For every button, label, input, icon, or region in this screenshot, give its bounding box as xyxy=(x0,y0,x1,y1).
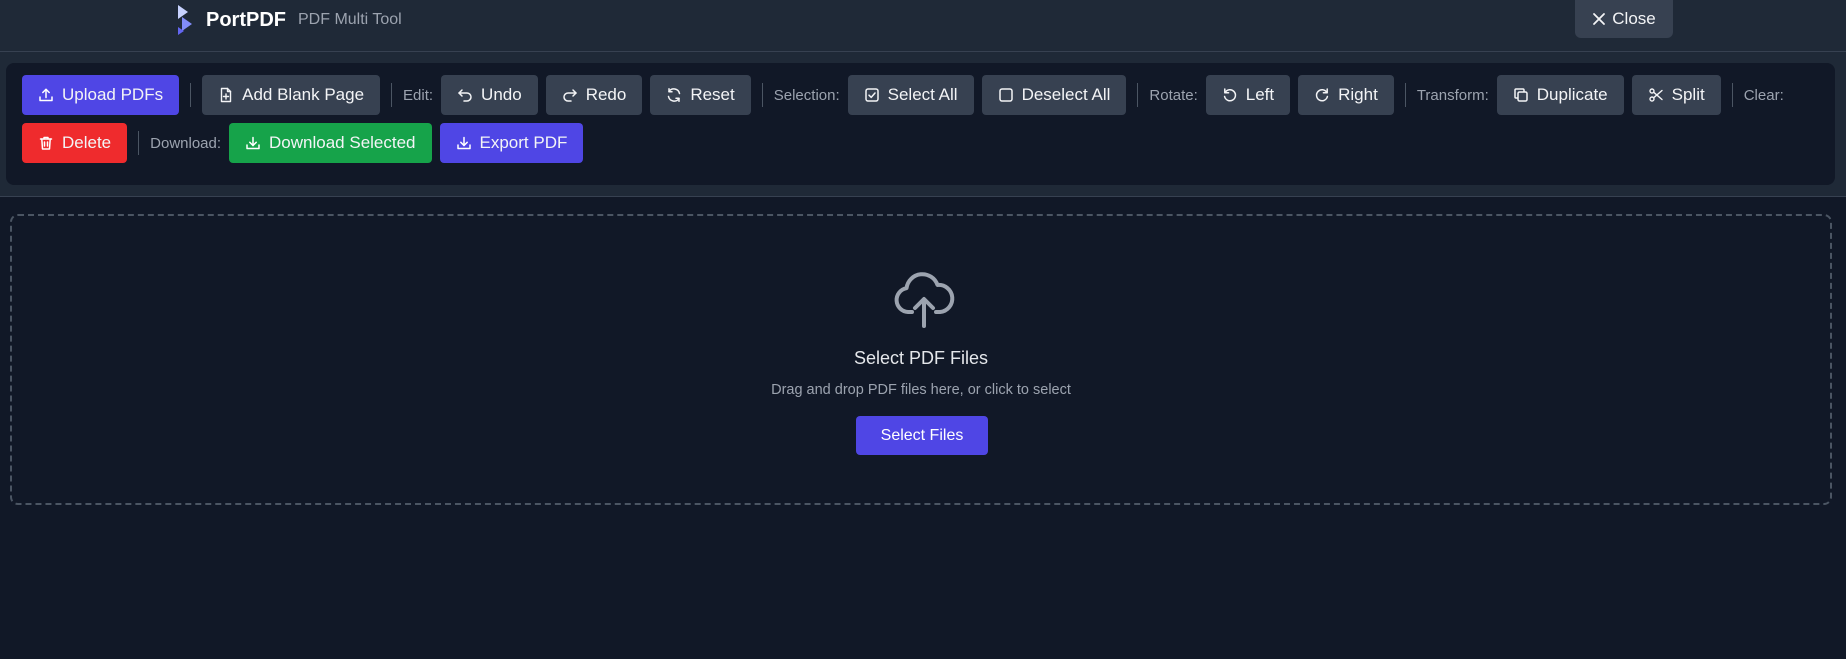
delete-label: Delete xyxy=(62,133,112,152)
toolbar: Upload PDFs Add Blank Page Edit: Undo Re… xyxy=(6,63,1835,185)
select-all-button[interactable]: Select All xyxy=(847,75,974,115)
close-label: Close xyxy=(1612,9,1656,28)
deselect-all-button[interactable]: Deselect All xyxy=(981,75,1127,115)
rotate-left-button[interactable]: Left xyxy=(1205,75,1291,115)
duplicate-button[interactable]: Duplicate xyxy=(1496,75,1624,115)
close-button[interactable]: Close xyxy=(1575,0,1673,38)
checkbox-checked-icon xyxy=(864,88,879,102)
divider xyxy=(391,83,393,107)
trash-icon xyxy=(39,136,53,150)
rotate-right-label: Right xyxy=(1338,85,1378,104)
upload-icon xyxy=(39,88,53,102)
rotate-right-button[interactable]: Right xyxy=(1298,75,1394,115)
undo-button[interactable]: Undo xyxy=(441,75,538,115)
refresh-icon xyxy=(668,88,681,102)
toolbar-panel: Upload PDFs Add Blank Page Edit: Undo Re… xyxy=(0,52,1846,197)
split-button[interactable]: Split xyxy=(1631,75,1721,115)
rotate-left-label: Left xyxy=(1245,85,1275,104)
reset-button[interactable]: Reset xyxy=(650,75,751,115)
download-icon xyxy=(456,136,471,150)
deselect-all-label: Deselect All xyxy=(1021,85,1111,104)
edit-group-label: Edit: xyxy=(403,86,434,104)
rotate-group-label: Rotate: xyxy=(1149,86,1198,104)
brand-name: PortPDF xyxy=(206,8,286,31)
divider xyxy=(138,131,140,155)
divider xyxy=(190,83,192,107)
duplicate-label: Duplicate xyxy=(1536,85,1608,104)
divider xyxy=(1404,83,1406,107)
undo-label: Undo xyxy=(481,85,522,104)
select-files-button[interactable]: Select Files xyxy=(856,416,988,455)
checkbox-empty-icon xyxy=(998,88,1013,102)
undo-icon xyxy=(458,89,472,102)
rotate-left-icon xyxy=(1223,88,1236,102)
portpdf-logo-icon xyxy=(178,5,192,35)
delete-button[interactable]: Delete xyxy=(22,123,128,163)
clear-group-label: Clear: xyxy=(1743,86,1784,104)
brand-subtitle: PDF Multi Tool xyxy=(298,11,402,28)
download-group-label: Download: xyxy=(150,134,222,152)
divider xyxy=(761,83,763,107)
dropzone-subtitle: Drag and drop PDF files here, or click t… xyxy=(771,382,1071,398)
brand[interactable]: PortPDF PDF Multi Tool xyxy=(174,2,402,38)
file-dropzone[interactable]: Select PDF Files Drag and drop PDF files… xyxy=(10,214,1832,505)
export-pdf-label: Export PDF xyxy=(479,133,568,152)
add-blank-page-label: Add Blank Page xyxy=(242,85,365,104)
download-selected-button[interactable]: Download Selected xyxy=(229,123,432,163)
add-blank-page-button[interactable]: Add Blank Page xyxy=(202,75,381,115)
dropzone-title: Select PDF Files xyxy=(853,348,989,368)
copy-icon xyxy=(1514,88,1528,102)
split-label: Split xyxy=(1671,85,1705,104)
file-plus-icon xyxy=(220,87,232,103)
upload-pdfs-button[interactable]: Upload PDFs xyxy=(22,75,180,115)
scissors-icon xyxy=(1648,88,1663,102)
redo-button[interactable]: Redo xyxy=(545,75,643,115)
divider xyxy=(1137,83,1139,107)
close-icon xyxy=(1593,13,1606,25)
select-all-label: Select All xyxy=(887,85,958,104)
app-header: PortPDF PDF Multi Tool Close xyxy=(0,0,1846,52)
upload-pdfs-label: Upload PDFs xyxy=(62,85,164,104)
transform-group-label: Transform: xyxy=(1416,86,1489,104)
selection-group-label: Selection: xyxy=(773,86,840,104)
download-icon xyxy=(246,136,260,150)
cloud-upload-icon xyxy=(894,272,955,328)
reset-label: Reset xyxy=(690,85,735,104)
download-selected-label: Download Selected xyxy=(269,133,416,152)
rotate-right-icon xyxy=(1315,88,1329,102)
divider xyxy=(1731,83,1733,107)
export-pdf-button[interactable]: Export PDF xyxy=(439,123,584,163)
redo-label: Redo xyxy=(585,85,627,104)
redo-icon xyxy=(562,89,577,102)
